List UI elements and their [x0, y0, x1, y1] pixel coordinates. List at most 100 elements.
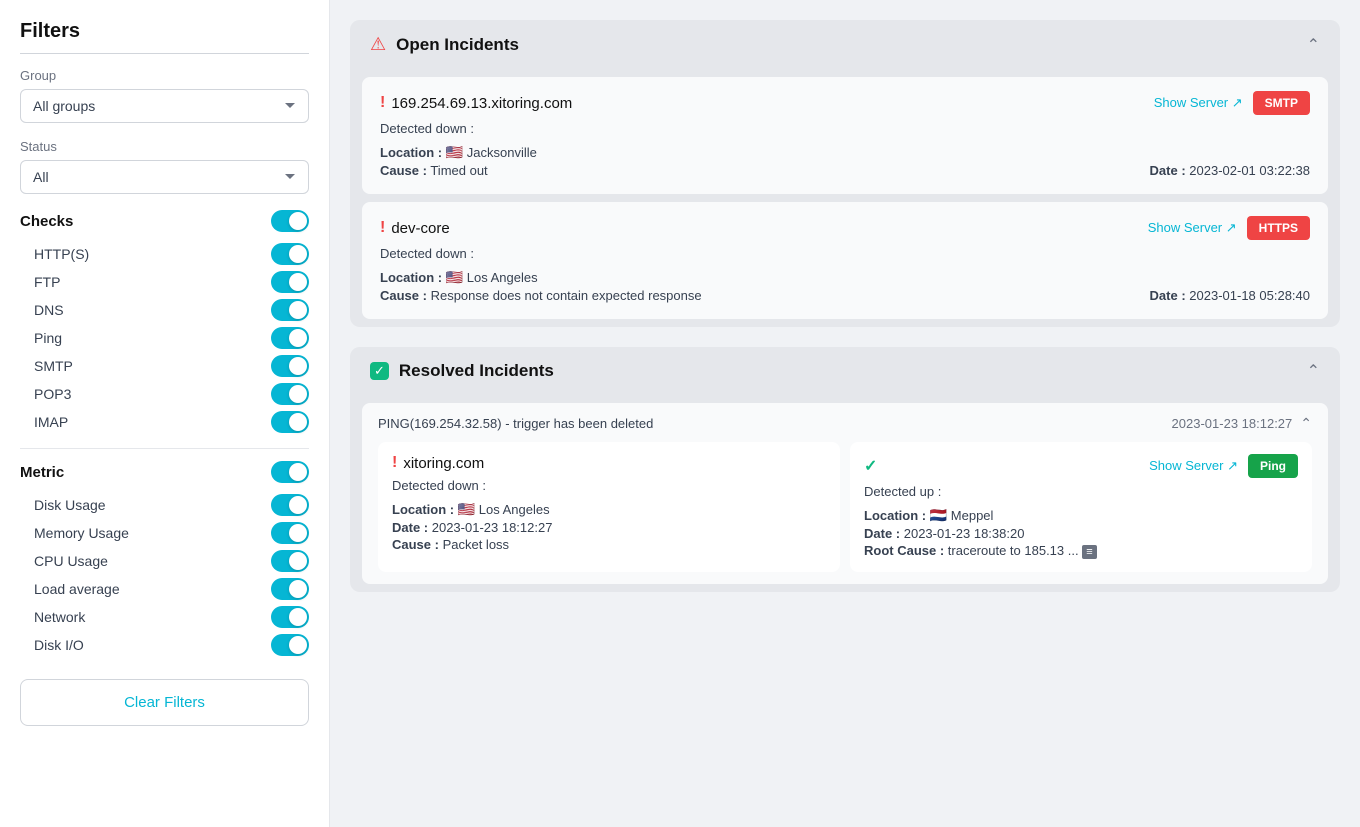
incident-badge-inc1: SMTP [1253, 91, 1310, 115]
metric-toggle-disk-io[interactable] [271, 634, 309, 656]
incident-title-inc2: dev-core [391, 220, 449, 237]
check-label-ftp: FTP [34, 274, 60, 290]
status-label: Status [20, 139, 309, 154]
check-toggle-dns[interactable] [271, 299, 309, 321]
check-item-http: HTTP(S) [20, 240, 309, 268]
location-detail-inc1: Location : 🇺🇸 Jacksonville [380, 144, 537, 161]
checks-master-toggle[interactable] [271, 210, 309, 232]
metric-label-network: Network [34, 609, 85, 625]
up-location-0: Location : 🇳🇱 Meppel [864, 507, 993, 524]
metric-toggle-disk-usage[interactable] [271, 494, 309, 516]
check-toggle-ping[interactable] [271, 327, 309, 349]
resolved-incidents-collapse-icon[interactable]: ⌃ [1307, 361, 1320, 381]
up-show-server-link-0[interactable]: Show Server ↗ [1149, 458, 1238, 474]
incident-header-inc2: ! dev-core Show Server ↗ HTTPS [380, 216, 1310, 240]
clear-filters-button[interactable]: Clear Filters [20, 679, 309, 726]
down-card-header-0: ! xitoring.com [392, 454, 826, 472]
cause-detail-inc2: Cause : Response does not contain expect… [380, 288, 702, 303]
down-location-row-0: Location : 🇺🇸 Los Angeles [392, 501, 826, 518]
trigger-title-0: PING(169.254.32.58) - trigger has been d… [378, 416, 653, 431]
up-detected-label-0: Detected up : [864, 484, 1298, 499]
up-location-row-0: Location : 🇳🇱 Meppel [864, 507, 1298, 524]
metric-divider [20, 448, 309, 449]
checks-section-header: Checks [20, 210, 309, 232]
down-card-0: ! xitoring.com Detected down : Location … [378, 442, 840, 572]
open-incident-inc2: ! dev-core Show Server ↗ HTTPS Detected … [362, 202, 1328, 319]
up-card-actions-0: Show Server ↗ Ping [1149, 454, 1298, 478]
incident-title-row-inc1: ! 169.254.69.13.xitoring.com [380, 94, 572, 112]
exclaim-icon-inc2: ! [380, 219, 385, 237]
up-root-cause-row-0: Root Cause : traceroute to 185.13 ... ≡ [864, 543, 1298, 558]
up-date-row-0: Date : 2023-01-23 18:38:20 [864, 526, 1298, 541]
down-card-exclaim-0: ! [392, 454, 397, 472]
show-server-link-inc2[interactable]: Show Server ↗ [1148, 220, 1237, 236]
group-label: Group [20, 68, 309, 83]
up-date-0: Date : 2023-01-23 18:38:20 [864, 526, 1024, 541]
metric-label-memory-usage: Memory Usage [34, 525, 129, 541]
up-card-title-row-0: ✓ [864, 456, 877, 476]
metric-label-disk-io: Disk I/O [34, 637, 84, 653]
metric-label-cpu-usage: CPU Usage [34, 553, 108, 569]
resolved-cards-row-0: ! xitoring.com Detected down : Location … [378, 442, 1312, 572]
up-badge-0: Ping [1248, 454, 1298, 478]
open-incident-inc1: ! 169.254.69.13.xitoring.com Show Server… [362, 77, 1328, 194]
metric-toggle-network[interactable] [271, 606, 309, 628]
open-incidents-list: ! 169.254.69.13.xitoring.com Show Server… [350, 77, 1340, 319]
down-card-title-0: xitoring.com [403, 455, 484, 472]
check-toggle-ftp[interactable] [271, 271, 309, 293]
check-toggle-pop3[interactable] [271, 383, 309, 405]
incident-actions-inc2: Show Server ↗ HTTPS [1148, 216, 1310, 240]
open-incidents-section: ⚠ Open Incidents ⌃ ! 169.254.69.13.xitor… [350, 20, 1340, 327]
checks-list: HTTP(S) FTP DNS Ping SMTP POP3 [20, 240, 309, 436]
resolved-incidents-header-left: ✓ Resolved Incidents [370, 361, 554, 381]
metric-item-disk-usage: Disk Usage [20, 491, 309, 519]
metric-toggle-load-average[interactable] [271, 578, 309, 600]
incident-badge-inc2: HTTPS [1247, 216, 1310, 240]
detail-row-cause-inc1: Cause : Timed out Date : 2023-02-01 03:2… [380, 163, 1310, 178]
down-cause-0: Cause : Packet loss [392, 537, 509, 552]
status-select[interactable]: All Up Down [20, 160, 309, 194]
detail-row-cause-inc2: Cause : Response does not contain expect… [380, 288, 1310, 303]
metric-item-disk-io: Disk I/O [20, 631, 309, 659]
metric-master-toggle[interactable] [271, 461, 309, 483]
trigger-chevron-0[interactable]: ⌃ [1300, 415, 1312, 432]
metric-label-load-average: Load average [34, 581, 120, 597]
check-label-dns: DNS [34, 302, 64, 318]
metrics-list: Disk Usage Memory Usage CPU Usage Load a… [20, 491, 309, 659]
down-date-row-0: Date : 2023-01-23 18:12:27 [392, 520, 826, 535]
date-detail-inc2: Date : 2023-01-18 05:28:40 [1150, 288, 1310, 303]
resolved-incidents-section: ✓ Resolved Incidents ⌃ PING(169.254.32.5… [350, 347, 1340, 592]
date-detail-inc1: Date : 2023-02-01 03:22:38 [1150, 163, 1310, 178]
detail-row-location-inc2: Location : 🇺🇸 Los Angeles [380, 269, 1310, 286]
resolved-incidents-header: ✓ Resolved Incidents ⌃ [350, 347, 1340, 395]
detail-row-location-inc1: Location : 🇺🇸 Jacksonville [380, 144, 1310, 161]
sidebar-divider [20, 53, 309, 54]
metric-item-load-average: Load average [20, 575, 309, 603]
metric-label: Metric [20, 464, 64, 481]
resolved-incidents-title: Resolved Incidents [399, 361, 554, 381]
metric-toggle-memory-usage[interactable] [271, 522, 309, 544]
open-incidents-collapse-icon[interactable]: ⌃ [1307, 35, 1320, 55]
cause-detail-inc1: Cause : Timed out [380, 163, 488, 178]
up-card-header-0: ✓ Show Server ↗ Ping [864, 454, 1298, 478]
check-item-ping: Ping [20, 324, 309, 352]
check-toggle-smtp[interactable] [271, 355, 309, 377]
check-item-dns: DNS [20, 296, 309, 324]
metric-toggle-cpu-usage[interactable] [271, 550, 309, 572]
show-server-link-inc1[interactable]: Show Server ↗ [1154, 95, 1243, 111]
check-label-imap: IMAP [34, 414, 68, 430]
down-detected-label-0: Detected down : [392, 478, 826, 493]
metric-label-disk-usage: Disk Usage [34, 497, 106, 513]
check-label-smtp: SMTP [34, 358, 73, 374]
doc-icon-0[interactable]: ≡ [1082, 545, 1096, 559]
detected-label-inc2: Detected down : [380, 246, 1310, 261]
down-cause-row-0: Cause : Packet loss [392, 537, 826, 552]
check-toggle-imap[interactable] [271, 411, 309, 433]
down-card-title-row-0: ! xitoring.com [392, 454, 484, 472]
incident-title-row-inc2: ! dev-core [380, 219, 450, 237]
up-card-0: ✓ Show Server ↗ Ping Detected up : Locat… [850, 442, 1312, 572]
check-toggle-http[interactable] [271, 243, 309, 265]
group-select[interactable]: All groups Group 1 Group 2 [20, 89, 309, 123]
resolved-icon: ✓ [370, 362, 389, 380]
resolved-group-0: PING(169.254.32.58) - trigger has been d… [362, 403, 1328, 584]
